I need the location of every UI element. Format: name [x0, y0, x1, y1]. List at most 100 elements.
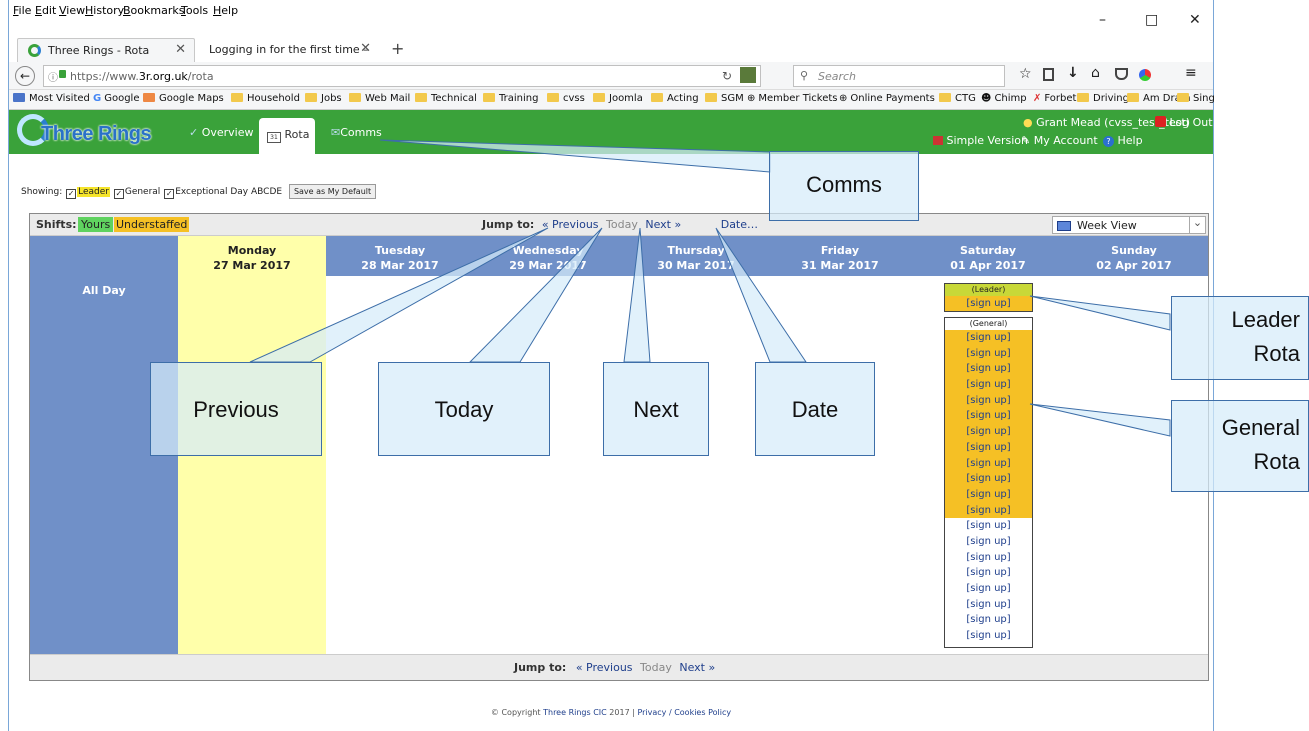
view-select[interactable]: Week View ⌄ — [1052, 216, 1206, 234]
info-icon[interactable]: ⓘ — [48, 69, 58, 84]
general-sign-up-link[interactable]: [sign up] — [945, 408, 1032, 425]
general-sign-up-link[interactable]: [sign up] — [945, 345, 1032, 362]
minimize-button[interactable]: – — [1099, 12, 1106, 28]
bookmark-joomla[interactable]: Joomla — [593, 93, 643, 104]
bookmark-jobs[interactable]: Jobs — [305, 93, 342, 104]
bookmark-google[interactable]: G Google — [93, 93, 139, 104]
bookmark-chimp[interactable]: ☻ Chimp — [981, 93, 1027, 104]
new-tab-button[interactable]: + — [391, 39, 404, 58]
general-sign-up-link[interactable]: [sign up] — [945, 439, 1032, 456]
general-sign-up-link[interactable]: [sign up] — [945, 518, 1032, 534]
general-sign-up-link[interactable]: [sign up] — [945, 392, 1032, 409]
user-icon: ● — [1023, 116, 1033, 129]
general-sign-up-link[interactable]: [sign up] — [945, 534, 1032, 550]
bookmark-cvss[interactable]: cvss — [547, 93, 585, 104]
next-link[interactable]: Next » — [645, 218, 681, 231]
download-icon[interactable]: ↓ — [1067, 65, 1079, 81]
general-sign-up-link[interactable]: [sign up] — [945, 502, 1032, 519]
today-link[interactable]: Today — [640, 661, 672, 674]
general-sign-up-link[interactable]: [sign up] — [945, 628, 1032, 644]
privacy-link[interactable]: Privacy / Cookies Policy — [637, 708, 731, 717]
tab-three-rings-rota[interactable]: Three Rings - Rota ✕ — [17, 38, 195, 62]
general-sign-up-link[interactable]: [sign up] — [945, 581, 1032, 597]
menu-bookmarks[interactable]: Bookmarks — [123, 4, 184, 17]
bookmark-sgm[interactable]: SGM — [705, 93, 744, 104]
bookmark-technical[interactable]: Technical — [415, 93, 477, 104]
callout-general-line2: Rota — [1253, 449, 1300, 474]
view-select-value: Week View — [1077, 219, 1137, 232]
reader-icon[interactable] — [740, 67, 756, 83]
menu-history[interactable]: History — [85, 4, 124, 17]
leader-sign-up-link[interactable]: [sign up] — [945, 296, 1032, 311]
save-default-button[interactable]: Save as My Default — [288, 184, 377, 199]
three-rings-logo[interactable]: Three Rings — [17, 112, 167, 150]
url-bar[interactable]: ⓘ https://www.3r.org.uk/rota ↻ — [43, 65, 761, 87]
today-link[interactable]: Today — [606, 218, 638, 231]
nav-overview[interactable]: ✓ Overview — [189, 126, 254, 139]
bookmark-driving[interactable]: Driving — [1077, 93, 1129, 104]
general-sign-up-link[interactable]: [sign up] — [945, 424, 1032, 440]
general-sign-up-link[interactable]: [sign up] — [945, 455, 1032, 472]
back-arrow-icon[interactable]: ← — [15, 66, 35, 86]
logout-link[interactable]: Log Out — [1155, 116, 1213, 129]
general-sign-up-link[interactable]: [sign up] — [945, 361, 1032, 378]
bookmark-ctg[interactable]: CTG — [939, 93, 976, 104]
menu-tools[interactable]: Tools — [181, 4, 208, 17]
hamburger-menu-icon[interactable]: ≡ — [1185, 65, 1197, 81]
search-icon: ⚲ — [800, 69, 809, 82]
lock-icon — [59, 70, 66, 78]
close-tab-icon[interactable]: ✕ — [360, 41, 371, 56]
pocket-icon[interactable] — [1115, 68, 1128, 80]
bookmark-training[interactable]: Training — [483, 93, 538, 104]
date-link[interactable]: Date… — [721, 218, 758, 231]
simple-version-link[interactable]: Simple Version — [933, 134, 1028, 147]
reload-icon[interactable]: ↻ — [722, 69, 732, 83]
exceptional-checkbox[interactable]: ✓ — [164, 189, 175, 199]
bookmark-most-visited[interactable]: Most Visited — [13, 93, 90, 104]
menu-view[interactable]: View — [59, 4, 85, 17]
general-sign-up-link[interactable]: [sign up] — [945, 486, 1032, 503]
maximize-button[interactable]: □ — [1145, 12, 1158, 28]
jump-bar-bottom: Jump to: « Previous Today Next » — [30, 654, 1208, 680]
nav-comms[interactable]: ✉Comms — [331, 126, 382, 139]
bookmark-web-mail[interactable]: Web Mail — [349, 93, 410, 104]
general-sign-up-link[interactable]: [sign up] — [945, 612, 1032, 628]
next-link[interactable]: Next » — [679, 661, 715, 674]
general-sign-up-link[interactable]: [sign up] — [945, 330, 1032, 346]
previous-link[interactable]: « Previous — [576, 661, 633, 674]
tab-logging-in[interactable]: Logging in for the first time – ... ✕ — [197, 38, 379, 69]
leader-checkbox[interactable]: ✓ — [66, 189, 77, 199]
star-icon[interactable]: ☆ — [1019, 66, 1032, 82]
menu-help[interactable]: Help — [213, 4, 238, 17]
bookmark-acting[interactable]: Acting — [651, 93, 699, 104]
bookmark-member-tickets[interactable]: ⊕ Member Tickets — [747, 93, 838, 104]
extension-icon[interactable] — [1139, 69, 1151, 81]
general-sign-up-link[interactable]: [sign up] — [945, 377, 1032, 393]
bookmark-google-maps[interactable]: Google Maps — [143, 93, 224, 104]
menu-edit[interactable]: Edit — [35, 4, 56, 17]
nav-rota[interactable]: 31 Rota — [259, 118, 316, 154]
search-input[interactable]: ⚲ Search — [793, 65, 1005, 87]
bookmark-household[interactable]: Household — [231, 93, 300, 104]
general-sign-up-link[interactable]: [sign up] — [945, 550, 1032, 566]
close-tab-icon[interactable]: ✕ — [175, 42, 186, 57]
org-link[interactable]: Three Rings CIC — [543, 708, 607, 717]
general-sign-up-link[interactable]: [sign up] — [945, 565, 1032, 581]
chevron-down-icon[interactable]: ⌄ — [1189, 216, 1205, 234]
previous-link[interactable]: « Previous — [542, 218, 599, 231]
simple-version-icon — [933, 136, 943, 145]
home-icon[interactable]: ⌂ — [1091, 65, 1100, 81]
bookmark-online-payments[interactable]: ⊕ Online Payments — [839, 93, 935, 104]
close-window-button[interactable]: ✕ — [1189, 12, 1201, 28]
general-checkbox[interactable]: ✓ — [113, 189, 124, 199]
bookmark-sing[interactable]: Sing — [1177, 93, 1215, 104]
navigation-bar: ← ⓘ https://www.3r.org.uk/rota ↻ ⚲ Searc… — [9, 62, 1213, 90]
library-icon[interactable] — [1043, 68, 1054, 81]
help-link[interactable]: ? Help — [1103, 134, 1143, 147]
my-account-link[interactable]: ✎ My Account — [1021, 134, 1098, 147]
bookmark-forbet[interactable]: ✗ Forbet — [1033, 93, 1076, 104]
general-sign-up-link[interactable]: [sign up] — [945, 597, 1032, 613]
menu-file[interactable]: File — [13, 4, 31, 17]
general-sign-up-link[interactable]: [sign up] — [945, 471, 1032, 487]
callout-general-rota: General Rota — [1171, 400, 1309, 492]
